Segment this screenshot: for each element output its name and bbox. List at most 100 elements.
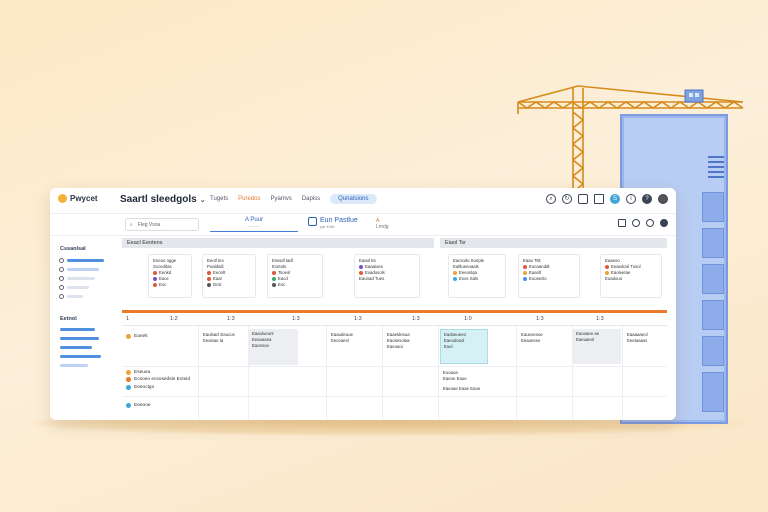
folder-icon[interactable] (59, 276, 64, 281)
status-dot-icon (207, 283, 211, 287)
status-dot-icon (153, 283, 157, 287)
schedule-cell[interactable]: Eaaolueonl Eeaoasea Eaosnoe (249, 329, 298, 365)
card-line-text: Eooseslo (529, 276, 547, 281)
info-icon[interactable]: i (626, 194, 636, 204)
settings-icon[interactable] (660, 219, 668, 227)
schedule-cell-selected[interactable]: Eadoeueeo Eaeodosol Euel (440, 329, 488, 364)
task-card[interactable]: Eaaol tts Eaaaioes Exadosols Eaunad Tues (354, 254, 420, 298)
tick-label: 1 (126, 316, 130, 322)
chat-icon[interactable] (646, 219, 654, 227)
row-label[interactable]: Eeeooe (126, 403, 151, 408)
row-label-text: Ecsoeo ecsosedsie Ecteid (134, 377, 190, 382)
row-icon (126, 370, 131, 375)
cell-line: Eaeuaeol (576, 337, 595, 342)
row-label[interactable]: Eseuea (126, 370, 150, 375)
top-icons: ⌕ ↻ S i ? (546, 194, 668, 204)
date-selector[interactable]: A Puur -- -- ---- (210, 217, 298, 232)
tab-5[interactable]: Qunatsions (330, 194, 377, 204)
tab-1[interactable]: Tugets (210, 196, 228, 204)
tab-2[interactable]: Puredos (238, 196, 260, 204)
schedule-cell[interactable]: Eaueoesoe Eeaoesee (518, 330, 570, 352)
sidebar-bar[interactable] (60, 346, 92, 349)
sidebar: Cssaolsal Eetnol (50, 236, 116, 420)
sidebar-bar[interactable] (60, 364, 88, 367)
cell-line: Eeaisae ta (203, 338, 224, 343)
scheduler-app-window: Pwycet Saartl sleedgols ⌄ Tugets Puredos … (50, 188, 676, 420)
schedule-cell[interactable]: Eaaudeuue Eeceaesl (328, 330, 380, 352)
tick-label: 1:3 (292, 316, 300, 322)
logo-mark-icon (58, 194, 67, 203)
clock-icon[interactable] (632, 219, 640, 227)
link-icon[interactable] (59, 285, 64, 290)
task-card[interactable]: Eneoo ogge Scceditas Eenkd Eaoc Eoc (148, 254, 192, 298)
tab-4[interactable]: Dapiss (302, 196, 320, 204)
tick-label: 1:3 (412, 316, 420, 322)
card-line: Euadouo (605, 276, 623, 281)
bell-icon[interactable] (578, 194, 588, 204)
card-line-text: Eoc (278, 282, 286, 287)
row-label-text: Eeeoctgo (134, 385, 155, 390)
sidebar-bar[interactable] (60, 355, 101, 358)
task-card[interactable]: Eacsoitu Sonple Eatlloeeoaals Eeeoslqa E… (448, 254, 506, 298)
document-icon[interactable] (594, 194, 604, 204)
tick-label: 1:0 (464, 316, 472, 322)
sidebar-bar[interactable] (67, 277, 95, 280)
status-dot-icon (523, 271, 527, 275)
task-card[interactable]: Eaao Tslt Eocaanddt Eaanlt Eooseslo (518, 254, 580, 298)
user-avatar[interactable] (658, 194, 668, 204)
search-input[interactable]: ⌕ Fleg Vsoa (125, 218, 199, 231)
grid-icon[interactable] (618, 219, 626, 227)
panel-label: Eun Pastlue (320, 217, 358, 224)
row-label-text: Eanelt (134, 334, 148, 339)
sidebar-bar[interactable] (67, 286, 89, 289)
chevron-down-icon: ⌄ (199, 196, 206, 204)
schedule-cell[interactable]: Eaaaaaeol Eeetaaass (624, 330, 667, 352)
panel-selector[interactable]: Eun Pastlue yar Exlb (308, 217, 368, 233)
status-dot-icon (523, 277, 527, 281)
status-dot-icon (453, 271, 457, 275)
vent-line (708, 156, 724, 158)
sidebar-bar[interactable] (67, 259, 104, 262)
sidebar-bar[interactable] (60, 337, 99, 340)
row-label[interactable]: Eeeoctgo (126, 385, 154, 390)
tag-icon[interactable] (59, 267, 64, 272)
cloud-icon[interactable] (59, 294, 64, 299)
sidebar-bar[interactable] (67, 268, 99, 271)
vent-line (708, 161, 724, 163)
row-label[interactable]: Ecsoeo ecsosedsie Ecteid (126, 377, 190, 382)
sidebar-bar[interactable] (60, 328, 95, 331)
row-label[interactable]: Eanelt (126, 334, 148, 339)
list-icon[interactable] (59, 258, 64, 263)
timeline-ticks: 1 1:2 1:3 1:3 1:3 1:3 1:0 1:3 1:3 (122, 314, 667, 326)
grid-line (122, 396, 667, 397)
card-line-text: Eoc (159, 282, 167, 287)
row-label-text: Eseuea (134, 370, 151, 375)
refresh-icon[interactable]: ↻ (562, 194, 572, 204)
toolbar: ⌕ Fleg Vsoa A Puur -- -- ---- Eun Pastlue y… (50, 214, 676, 236)
schedule-cell[interactable]: Eaulsacl Eaucos Eeaisae ta (200, 330, 246, 352)
row-icon (126, 334, 131, 339)
timeline-accent-line (122, 310, 667, 313)
status-badge[interactable]: A Lmdg (376, 218, 389, 230)
schedule-cell[interactable]: Eaooaee ae Eaeuaeol (573, 329, 621, 364)
task-card[interactable]: Esssdl tadl Ecetols Tsoesl Eacd Eoc (267, 254, 323, 298)
s-icon[interactable]: S (610, 194, 620, 204)
task-card[interactable]: Eeotl tes Poaldsdi Eeonlt Eaal Dcsl (202, 254, 256, 298)
help-icon[interactable]: ? (642, 194, 652, 204)
tab-3[interactable]: Pyamvs (270, 196, 291, 204)
task-card[interactable]: Eaaeoo Eeaedool Tusol Eaoleetae Euadouo (600, 254, 662, 298)
app-logo[interactable]: Pwycet (58, 194, 98, 203)
search-icon[interactable]: ⌕ (546, 194, 556, 204)
tick-label: 1:2 (170, 316, 178, 322)
sidebar-section-2: Eetnol (60, 316, 77, 322)
app-title[interactable]: Saartl sleedgols ⌄ (120, 194, 206, 205)
schedule-cell[interactable]: Eaaeldesua Eaosesolaa Eaeoaoi (384, 330, 434, 358)
card-line: Eoc (272, 282, 318, 288)
cell-line: Eaeoae Eaae Eaoe (443, 386, 481, 391)
status-dot-icon (605, 271, 609, 275)
schedule-cell[interactable]: Eaeoae Eaae Eaoe (440, 384, 514, 394)
schedule-board: Eeacl Eeotens Eiaol Tsr Eneoo ogge Scced… (122, 238, 667, 420)
grid-line (382, 326, 383, 420)
window (702, 300, 724, 330)
sidebar-bar[interactable] (67, 295, 83, 298)
